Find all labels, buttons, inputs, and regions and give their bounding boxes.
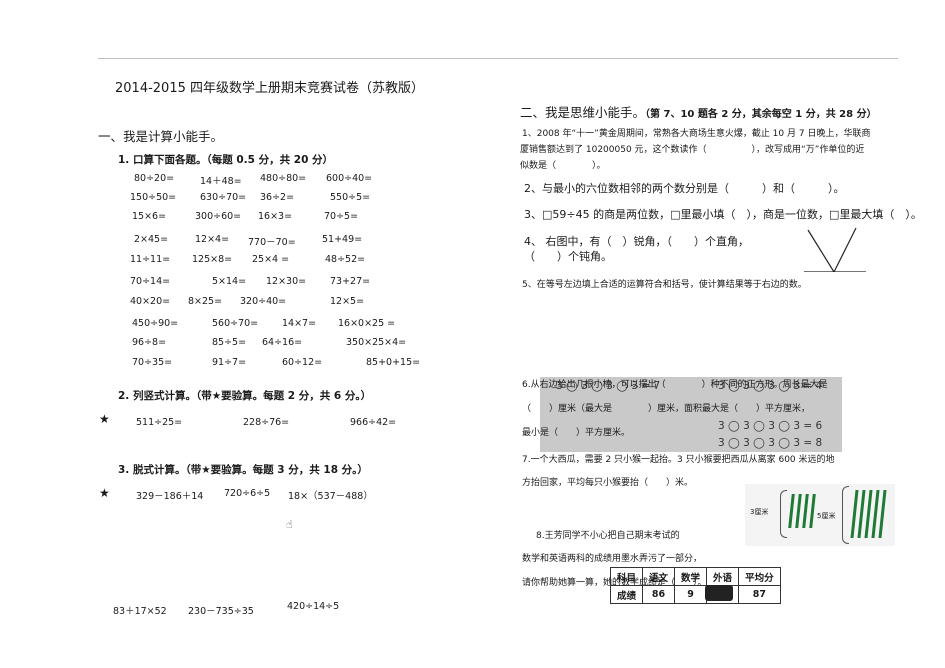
angle-ray-right bbox=[833, 227, 857, 272]
angle-figure bbox=[804, 227, 866, 272]
q1-line3: 似数是（ ）。 bbox=[520, 161, 606, 171]
oral-calc-item: 70÷14= bbox=[130, 276, 171, 287]
cursor-hand-icon: ☝ bbox=[286, 518, 293, 531]
q1-line1: 1、2008 年“十一”黄金周期间，常熟各大商场生意火爆，截止 10 月 7 日… bbox=[522, 129, 871, 139]
star-icon: ★ bbox=[99, 412, 110, 426]
q2: 2、与最小的六位数相邻的两个数分别是（ ）和（ ）。 bbox=[524, 182, 845, 195]
q7-line1: 7.一个大西瓜，需要 2 只小猴一起抬。3 只小猴要把西瓜从离家 600 米远的… bbox=[522, 455, 835, 465]
sticks-label-5cm: 5厘米 bbox=[817, 512, 836, 520]
brace-left bbox=[780, 490, 787, 538]
vertical-calc-2: 228÷76= bbox=[243, 417, 290, 428]
score-table-row: 成绩 86 9 3 87 bbox=[609, 585, 781, 604]
part1-title: 1. 口算下面各题。（每题 0.5 分，共 20 分） bbox=[118, 154, 334, 166]
oral-calc-item: 300÷60= bbox=[195, 211, 242, 222]
stepwise-calc-6: 420÷14÷5 bbox=[287, 601, 340, 612]
oral-calc-item: 85+0+15= bbox=[366, 357, 421, 368]
section2-title: 二、我是思维小能手。（第 7、10 题各 2 分，其余每空 1 分，共 28 分… bbox=[520, 102, 877, 121]
brace-right bbox=[842, 486, 849, 544]
oral-calc-item: 91÷7= bbox=[212, 357, 247, 368]
oral-calc-item: 96÷8= bbox=[132, 337, 167, 348]
oral-calc-item: 560÷70= bbox=[212, 318, 259, 329]
oral-calc-item: 450÷90= bbox=[132, 318, 179, 329]
stepwise-calc-1: 329－186＋14 bbox=[136, 491, 204, 502]
oral-calc-item: 125×8= bbox=[192, 254, 233, 265]
q1-line2: 厦销售额达到了 10200050 元，这个数读作（ ），改写成用“万”作单位的近 bbox=[520, 145, 865, 155]
q8-line1: 8.王芳同学不小心把自己期末考试的 bbox=[536, 531, 680, 541]
stepwise-calc-2: 720÷6÷5 bbox=[224, 488, 271, 499]
oral-calc-item: 48÷52= bbox=[325, 254, 366, 265]
equation-left-1: 3 ◯ 3 ◯ 3 ◯ 3 = 7 bbox=[556, 380, 661, 392]
oral-calc-item: 5×14= bbox=[212, 276, 247, 287]
oral-calc-item: 550÷5= bbox=[330, 192, 371, 203]
score-header-cell: 数学 bbox=[674, 567, 708, 586]
oral-calc-item: 16×3= bbox=[258, 211, 293, 222]
oral-calc-item: 36÷2= bbox=[260, 192, 295, 203]
ink-blot bbox=[705, 585, 733, 601]
oral-calc-item: 51+49= bbox=[322, 234, 363, 245]
q4-line2: （ ）个钝角。 bbox=[524, 250, 612, 263]
stepwise-calc-4: 83＋17×52 bbox=[113, 606, 167, 617]
top-rule bbox=[98, 58, 898, 59]
oral-calc-item: 85÷5= bbox=[212, 337, 247, 348]
score-header-cell: 外语 bbox=[706, 567, 740, 586]
score-table-header: 科目 语文 数学 外语 平均分 bbox=[609, 567, 781, 586]
q4-line1: 4、 右图中，有（ ）锐角，（ ）个直角， bbox=[524, 235, 749, 248]
oral-calc-item: 25×4 = bbox=[252, 254, 290, 265]
part2-title: 2. 列竖式计算。（带★要验算。每题 2 分，共 6 分。） bbox=[118, 390, 372, 402]
score-cell: 成绩 bbox=[609, 585, 644, 604]
vertical-calc-1: 511÷25= bbox=[136, 417, 183, 428]
oral-calc-item: 11÷11= bbox=[130, 254, 171, 265]
star-icon: ★ bbox=[99, 486, 110, 500]
oral-calc-item: 480÷80= bbox=[260, 173, 307, 184]
vertical-calc-3: 966÷42= bbox=[350, 417, 397, 428]
q6-line2: （ ）厘米（最大是 ）厘米，面积最大是（ ）平方厘米， bbox=[522, 404, 811, 414]
oral-calc-item: 12×30= bbox=[266, 276, 307, 287]
equation-right-1: 3 ◯ 3 ◯ 3 ◯ 3 = 4 bbox=[718, 380, 823, 392]
sticks-label-3cm: 3厘米 bbox=[750, 508, 769, 516]
stepwise-calc-5: 230－735÷35 bbox=[188, 606, 254, 617]
q6-line3: 最小是（ ）平方厘米。 bbox=[522, 428, 631, 438]
oral-calc-item: 70÷5= bbox=[324, 211, 359, 222]
oral-calc-item: 12×4= bbox=[195, 234, 230, 245]
q7-line2: 方抬回家，平均每只小猴要抬（ ）米。 bbox=[522, 478, 694, 488]
section2-note: （第 7、10 题各 2 分，其余每空 1 分，共 28 分） bbox=[645, 109, 877, 120]
section1-title: 一、我是计算小能手。 bbox=[98, 129, 224, 144]
q3: 3、□59÷45 的商是两位数，□里最小填（ ），商是一位数，□里最大填（ ）。 bbox=[524, 208, 922, 221]
oral-calc-item: 630÷70= bbox=[200, 192, 247, 203]
stepwise-calc-3: 18×（537－488） bbox=[288, 491, 373, 502]
section2-title-text: 二、我是思维小能手。 bbox=[520, 105, 646, 120]
oral-calc-item: 8×25= bbox=[188, 296, 223, 307]
score-header-cell: 语文 bbox=[642, 567, 676, 586]
score-cell: 87 bbox=[738, 585, 781, 604]
oral-calc-item: 14×7= bbox=[282, 318, 317, 329]
oral-calc-item: 73+27= bbox=[330, 276, 371, 287]
equation-right-2: 3 ◯ 3 ◯ 3 ◯ 3 = 6 bbox=[718, 420, 823, 432]
oral-calc-item: 320÷40= bbox=[240, 296, 287, 307]
q8-line2: 数学和英语两科的成绩用墨水弄污了一部分， bbox=[522, 554, 703, 564]
oral-calc-item: 12×5= bbox=[330, 296, 365, 307]
score-cell: 9 bbox=[674, 585, 708, 604]
equation-right-3: 3 ◯ 3 ◯ 3 ◯ 3 = 8 bbox=[718, 437, 823, 449]
part3-title: 3. 脱式计算。（带★要验算。每题 3 分，共 18 分。） bbox=[118, 464, 368, 476]
q5: 5、在等号左边填上合适的运算符合和括号，使计算结果等于右边的数。 bbox=[522, 280, 807, 290]
oral-calc-item: 150÷50= bbox=[130, 192, 177, 203]
oral-calc-item: 15×6= bbox=[132, 211, 167, 222]
oral-calc-item: 16×0×25 = bbox=[338, 318, 396, 329]
oral-calc-item: 70÷35= bbox=[132, 357, 173, 368]
oral-calc-item: 60÷12= bbox=[282, 357, 323, 368]
oral-calc-item: 770－70= bbox=[248, 237, 296, 248]
oral-calc-item: 14＋48= bbox=[200, 176, 242, 187]
score-header-cell: 平均分 bbox=[738, 567, 781, 586]
oral-calc-item: 64÷16= bbox=[262, 337, 303, 348]
score-cell: 86 bbox=[642, 585, 676, 604]
oral-calc-item: 2×45= bbox=[134, 234, 169, 245]
score-table: 科目 语文 数学 外语 平均分 成绩 86 9 3 87 bbox=[609, 567, 781, 604]
oral-calc-item: 40×20= bbox=[130, 296, 171, 307]
oral-calc-item: 350×25×4= bbox=[346, 337, 407, 348]
angle-ray-left bbox=[807, 229, 835, 272]
oral-calc-item: 80÷20= bbox=[134, 173, 175, 184]
score-header-cell: 科目 bbox=[609, 567, 644, 586]
oral-calc-item: 600÷40= bbox=[326, 173, 373, 184]
page-title: 2014-2015 四年级数学上册期末竞赛试卷（苏教版） bbox=[115, 81, 424, 96]
